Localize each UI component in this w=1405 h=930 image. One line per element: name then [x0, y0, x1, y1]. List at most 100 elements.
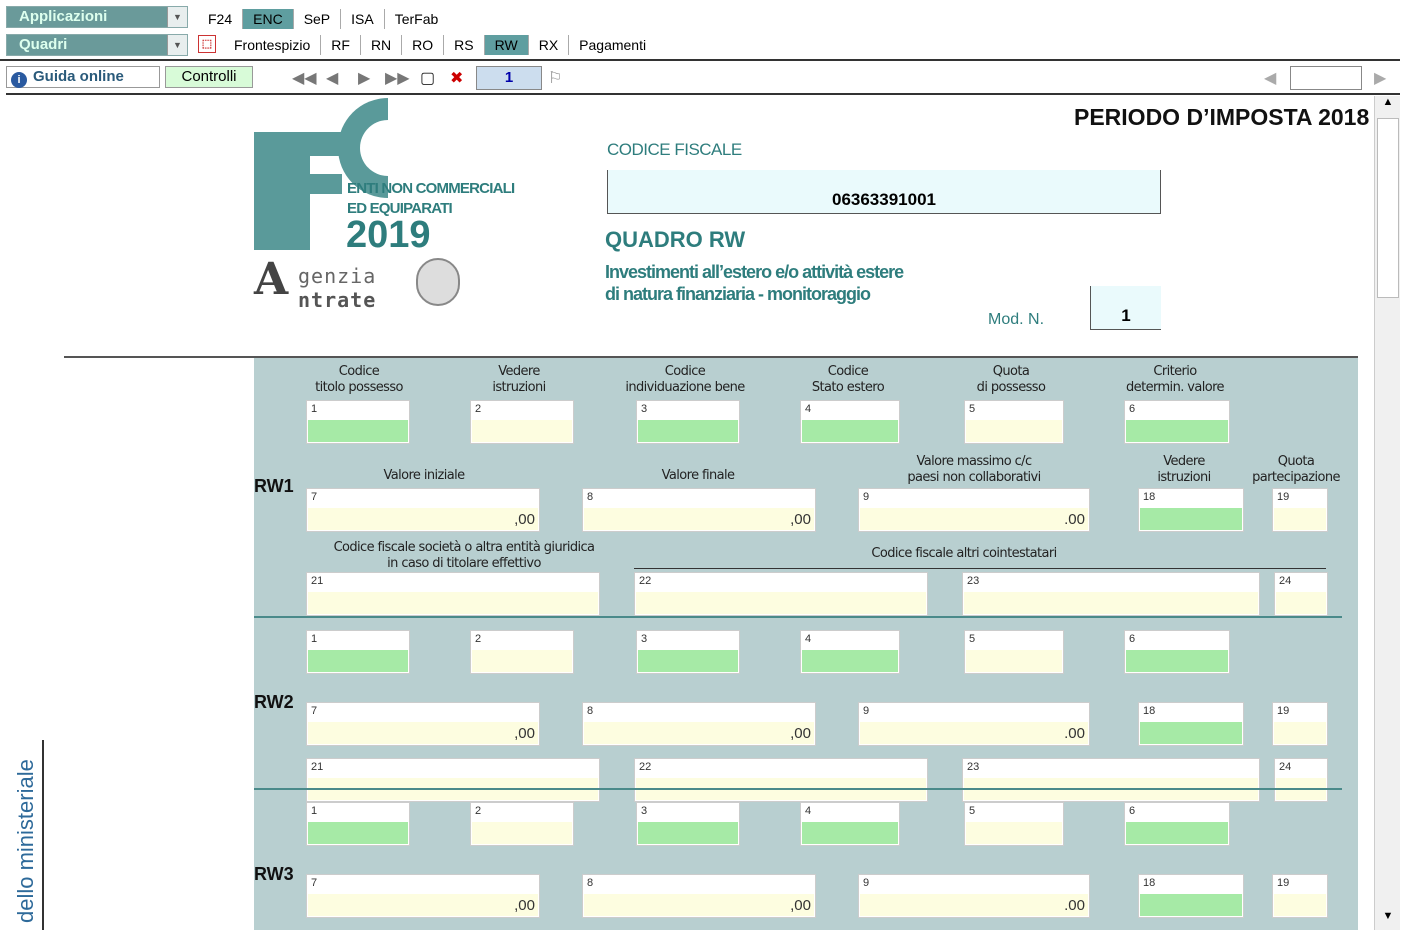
chevron-down-icon[interactable]: ▼ — [167, 7, 187, 27]
tab-frontespizio[interactable]: Frontespizio — [224, 35, 322, 55]
mod-number-field[interactable]: 1 — [1090, 286, 1161, 330]
field-input-area[interactable] — [584, 722, 814, 744]
field-rw3-7[interactable]: 7,00 — [306, 874, 540, 918]
field-input-area[interactable] — [638, 650, 738, 672]
field-input-area[interactable] — [308, 508, 538, 530]
codice-fiscale-field[interactable]: 06363391001 — [607, 170, 1161, 214]
field-rw2-7[interactable]: 7,00 — [306, 702, 540, 746]
field-input-area[interactable] — [1126, 650, 1228, 672]
last-page-icon[interactable]: ▶▶ — [385, 68, 410, 88]
field-input-area[interactable] — [308, 420, 408, 442]
field-input-area[interactable] — [1274, 894, 1326, 916]
next-page-icon[interactable]: ▶ — [358, 68, 370, 88]
field-rw1-21[interactable]: 21 — [306, 572, 600, 616]
field-input-area[interactable] — [638, 822, 738, 844]
field-input-area[interactable] — [1274, 508, 1326, 530]
tab-ro[interactable]: RO — [402, 35, 445, 55]
field-rw2-22[interactable]: 22 — [634, 758, 928, 802]
field-input-area[interactable] — [1126, 822, 1228, 844]
field-rw2-4[interactable]: 4 — [800, 630, 900, 674]
tab-isa[interactable]: ISA — [341, 9, 385, 29]
tab-f24[interactable]: F24 — [198, 9, 244, 29]
field-rw2-6[interactable]: 6 — [1124, 630, 1230, 674]
field-rw2-21[interactable]: 21 — [306, 758, 600, 802]
field-input-area[interactable] — [472, 420, 572, 442]
field-rw2-23[interactable]: 23 — [962, 758, 1260, 802]
field-input-area[interactable] — [1140, 894, 1242, 916]
field-input-area[interactable] — [308, 650, 408, 672]
field-rw1-24[interactable]: 24 — [1274, 572, 1328, 616]
field-rw1-1[interactable]: 1 — [306, 400, 410, 444]
field-rw3-3[interactable]: 3 — [636, 802, 740, 846]
field-input-area[interactable] — [638, 420, 738, 442]
search-input[interactable] — [1290, 66, 1362, 90]
scroll-down-icon[interactable]: ▼ — [1375, 910, 1401, 930]
field-rw3-19[interactable]: 19 — [1272, 874, 1328, 918]
field-input-area[interactable] — [308, 722, 538, 744]
field-input-area[interactable] — [636, 592, 926, 614]
field-rw1-5[interactable]: 5 — [964, 400, 1064, 444]
field-rw3-6[interactable]: 6 — [1124, 802, 1230, 846]
field-input-area[interactable] — [860, 508, 1088, 530]
tab-rf[interactable]: RF — [321, 35, 361, 55]
tab-enc[interactable]: ENC — [243, 9, 294, 29]
field-rw1-4[interactable]: 4 — [800, 400, 900, 444]
pdf-icon[interactable]: ⬚ — [198, 35, 216, 53]
tab-pagamenti[interactable]: Pagamenti — [569, 35, 656, 55]
field-input-area[interactable] — [1276, 592, 1326, 614]
field-rw2-8[interactable]: 8,00 — [582, 702, 816, 746]
field-rw1-19[interactable]: 19 — [1272, 488, 1328, 532]
tab-rs[interactable]: RS — [444, 35, 485, 55]
field-rw3-5[interactable]: 5 — [964, 802, 1064, 846]
field-rw3-1[interactable]: 1 — [306, 802, 410, 846]
applicazioni-combo[interactable]: Applicazioni ▼ — [6, 6, 188, 28]
chevron-down-icon[interactable]: ▼ — [167, 35, 187, 55]
prev-result-icon[interactable]: ◀ — [1264, 68, 1276, 88]
field-rw1-23[interactable]: 23 — [962, 572, 1260, 616]
new-page-icon[interactable]: ▢ — [420, 68, 435, 88]
first-page-icon[interactable]: ◀◀ — [292, 68, 317, 88]
field-rw2-19[interactable]: 19 — [1272, 702, 1328, 746]
scroll-up-icon[interactable]: ▲ — [1375, 96, 1401, 116]
field-rw1-7[interactable]: 7,00 — [306, 488, 540, 532]
field-input-area[interactable] — [584, 894, 814, 916]
field-rw1-22[interactable]: 22 — [634, 572, 928, 616]
field-input-area[interactable] — [966, 420, 1062, 442]
tab-rx[interactable]: RX — [529, 35, 570, 55]
vertical-scrollbar[interactable]: ▲ ▼ — [1374, 96, 1400, 930]
field-input-area[interactable] — [1274, 722, 1326, 744]
prev-page-icon[interactable]: ◀ — [326, 68, 338, 88]
delete-page-icon[interactable]: ✖ — [450, 68, 463, 88]
quadri-combo[interactable]: Quadri ▼ — [6, 34, 188, 56]
field-input-area[interactable] — [860, 894, 1088, 916]
field-input-area[interactable] — [1140, 508, 1242, 530]
field-rw1-3[interactable]: 3 — [636, 400, 740, 444]
field-input-area[interactable] — [802, 650, 898, 672]
page-number-field[interactable]: 1 — [476, 66, 542, 90]
tab-rn[interactable]: RN — [361, 35, 403, 55]
field-rw3-8[interactable]: 8,00 — [582, 874, 816, 918]
field-rw1-6[interactable]: 6 — [1124, 400, 1230, 444]
field-input-area[interactable] — [966, 822, 1062, 844]
field-input-area[interactable] — [860, 722, 1088, 744]
field-rw2-9[interactable]: 9.00 — [858, 702, 1090, 746]
field-rw2-5[interactable]: 5 — [964, 630, 1064, 674]
scroll-thumb[interactable] — [1377, 118, 1399, 298]
field-rw2-24[interactable]: 24 — [1274, 758, 1328, 802]
controlli-button[interactable]: Controlli — [165, 66, 253, 88]
field-rw3-18[interactable]: 18 — [1138, 874, 1244, 918]
field-input-area[interactable] — [308, 822, 408, 844]
tab-sep[interactable]: SeP — [294, 9, 342, 29]
field-rw2-3[interactable]: 3 — [636, 630, 740, 674]
guida-online-button[interactable]: i Guida online — [6, 66, 160, 88]
field-input-area[interactable] — [308, 894, 538, 916]
next-result-icon[interactable]: ▶ — [1374, 68, 1386, 88]
field-input-area[interactable] — [1140, 722, 1242, 744]
tab-terfab[interactable]: TerFab — [385, 9, 449, 29]
field-rw2-1[interactable]: 1 — [306, 630, 410, 674]
goto-page-icon[interactable]: ⚐ — [548, 68, 562, 88]
field-input-area[interactable] — [584, 508, 814, 530]
field-rw3-4[interactable]: 4 — [800, 802, 900, 846]
field-rw2-18[interactable]: 18 — [1138, 702, 1244, 746]
tab-rw[interactable]: RW — [484, 35, 529, 55]
